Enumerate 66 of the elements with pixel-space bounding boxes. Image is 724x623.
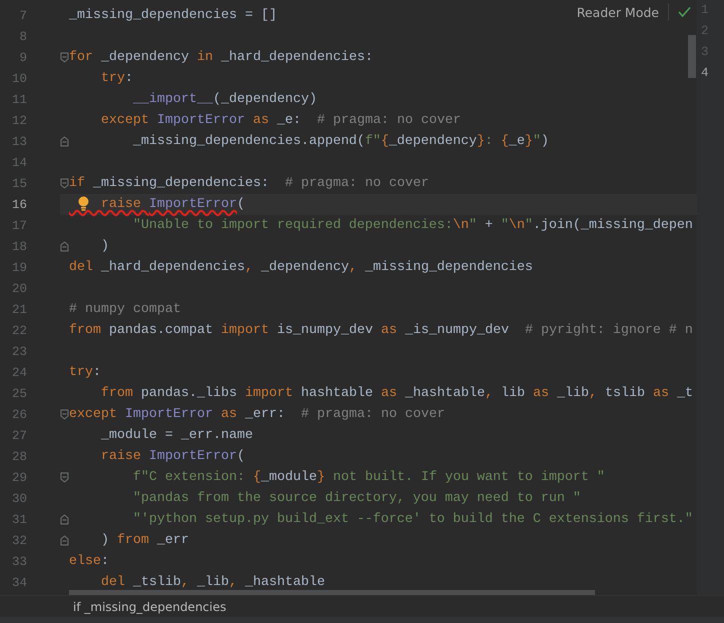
fold-marker-icon bbox=[60, 178, 69, 189]
line-number: 7 bbox=[18, 8, 27, 22]
code-line: raise ImportError( bbox=[100, 196, 245, 212]
line-number: 21 bbox=[10, 302, 27, 316]
check-icon bbox=[678, 6, 691, 18]
line-number: 15 bbox=[10, 176, 27, 190]
line-number: 28 bbox=[10, 450, 27, 464]
fold-marker-icon bbox=[60, 409, 69, 420]
code-line: except ImportError as _e: # pragma: no cover bbox=[100, 112, 461, 128]
breadcrumb[interactable]: if _missing_dependencies bbox=[73, 599, 226, 615]
line-number: 18 bbox=[10, 240, 27, 254]
line-number: 13 bbox=[10, 134, 27, 148]
code-line: ) bbox=[100, 238, 109, 254]
line-number: 29 bbox=[10, 470, 27, 484]
line-number: 25 bbox=[10, 386, 27, 400]
code-line: from pandas._libs import hashtable as _hashtable, lib as _lib, tslib as _t bbox=[100, 386, 693, 402]
fold-marker-icon bbox=[60, 52, 69, 63]
code-line: "'python setup.py build_ext --force' to build the C extensions first." bbox=[132, 512, 693, 528]
code-line: _module = _err.name bbox=[100, 428, 253, 444]
code-line: del _hard_dependencies, _dependency, _missing_dependencies bbox=[69, 260, 533, 276]
fold-marker-icon bbox=[60, 472, 69, 483]
line-number: 34 bbox=[10, 576, 27, 590]
fold-marker-icon bbox=[60, 241, 69, 252]
code-line: for _dependency in _hard_dependencies: bbox=[69, 50, 373, 66]
line-number: 14 bbox=[10, 156, 27, 170]
reader-mode-link[interactable]: Reader Mode bbox=[576, 4, 659, 20]
fold-marker-icon bbox=[60, 535, 69, 546]
code-line: try: bbox=[69, 364, 101, 380]
scrollbar-thumb[interactable] bbox=[69, 590, 595, 595]
fold-marker-icon bbox=[60, 514, 69, 525]
fold-marker-icon bbox=[60, 136, 69, 147]
code-line: ) from _err bbox=[100, 532, 189, 548]
line-number: 24 bbox=[10, 366, 27, 380]
code-line: __import__(_dependency) bbox=[132, 92, 317, 108]
line-number: 16 bbox=[10, 198, 27, 212]
code-line: _missing_dependencies = [] bbox=[69, 8, 277, 24]
line-number: 23 bbox=[10, 344, 27, 358]
line-number: 17 bbox=[10, 218, 27, 232]
line-number: 20 bbox=[10, 282, 27, 296]
line-number: 4 bbox=[700, 65, 710, 82]
code-line: if _missing_dependencies: # pragma: no cover bbox=[69, 176, 429, 192]
line-number: 22 bbox=[10, 324, 27, 338]
scrollbar-thumb[interactable] bbox=[688, 35, 696, 78]
code-line: from pandas.compat import is_numpy_dev as _is_numpy_dev # pyright: ignore # n bbox=[69, 322, 693, 338]
line-number: 30 bbox=[10, 492, 27, 506]
code-line: raise ImportError( bbox=[100, 448, 245, 464]
code-line: "pandas from the source directory, you may need to run " bbox=[132, 490, 581, 506]
code-line: except ImportError as _err: # pragma: no cover bbox=[69, 406, 445, 422]
code-line: else: bbox=[69, 554, 109, 570]
line-number: 19 bbox=[10, 260, 27, 274]
code-line: "Unable to import required dependencies:\n" + "\n".join(_missing_depen bbox=[132, 218, 693, 234]
code-line: _missing_dependencies.append(f"{_dependency}: {_e}") bbox=[132, 134, 549, 150]
line-number: 10 bbox=[10, 72, 27, 86]
line-number: 32 bbox=[10, 534, 27, 548]
code-line: f"C extension: {_module} not built. If you want to import " bbox=[132, 470, 605, 486]
line-number: 33 bbox=[10, 554, 27, 568]
code-line: try: bbox=[100, 70, 133, 86]
line-number: 11 bbox=[10, 92, 27, 106]
line-number: 26 bbox=[10, 408, 27, 422]
line-number: 27 bbox=[10, 428, 27, 442]
line-number: 9 bbox=[18, 50, 27, 64]
code-line: del _tslib, _lib, _hashtable bbox=[100, 574, 325, 590]
line-number: 8 bbox=[18, 30, 27, 44]
code-line: # numpy compat bbox=[69, 302, 181, 318]
line-number: 31 bbox=[10, 512, 27, 526]
line-number: 12 bbox=[10, 114, 27, 128]
